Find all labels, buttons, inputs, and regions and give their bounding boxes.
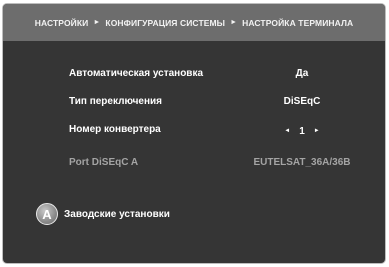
breadcrumb-item-system-config[interactable]: КОНФИГУРАЦИЯ СИСТЕМЫ: [105, 18, 225, 28]
breadcrumb-separator-icon: ►: [230, 19, 238, 26]
setting-value: EUTELSAT_36A/36B: [253, 157, 351, 168]
a-button-icon[interactable]: A: [36, 203, 58, 225]
setting-value[interactable]: DiSEqC: [239, 96, 365, 107]
breadcrumb-separator-icon: ►: [93, 19, 101, 26]
setting-label: Тип переключения: [69, 96, 162, 107]
arrow-left-icon[interactable]: ◄: [284, 128, 290, 134]
setting-row-switch-type[interactable]: Тип переключения DiSEqC: [3, 96, 385, 112]
setting-label: Автоматическая установка: [69, 68, 204, 79]
setting-label: Port DiSEqC A: [69, 157, 139, 168]
arrow-right-icon[interactable]: ►: [314, 128, 320, 134]
setting-row-converter-number[interactable]: Номер конвертера ◄ 1 ►: [3, 124, 385, 140]
factory-reset-label: Заводские установки: [64, 208, 170, 220]
factory-reset-button[interactable]: A Заводские установки: [36, 203, 170, 225]
converter-stepper[interactable]: ◄ 1 ►: [239, 124, 365, 137]
setting-row-diseqc-port: Port DiSEqC A EUTELSAT_36A/36B: [3, 157, 385, 173]
breadcrumb-item-settings[interactable]: НАСТРОЙКИ: [35, 18, 89, 28]
setting-label: Номер конвертера: [69, 124, 161, 135]
breadcrumb: НАСТРОЙКИ ► КОНФИГУРАЦИЯ СИСТЕМЫ ► НАСТР…: [3, 4, 385, 41]
terminal-settings-screen: НАСТРОЙКИ ► КОНФИГУРАЦИЯ СИСТЕМЫ ► НАСТР…: [2, 3, 386, 264]
setting-value[interactable]: Да: [239, 68, 365, 79]
setting-value: 1: [299, 125, 305, 137]
setting-row-auto-install[interactable]: Автоматическая установка Да: [3, 68, 385, 84]
breadcrumb-item-terminal-setup: НАСТРОЙКА ТЕРМИНАЛА: [242, 17, 354, 28]
